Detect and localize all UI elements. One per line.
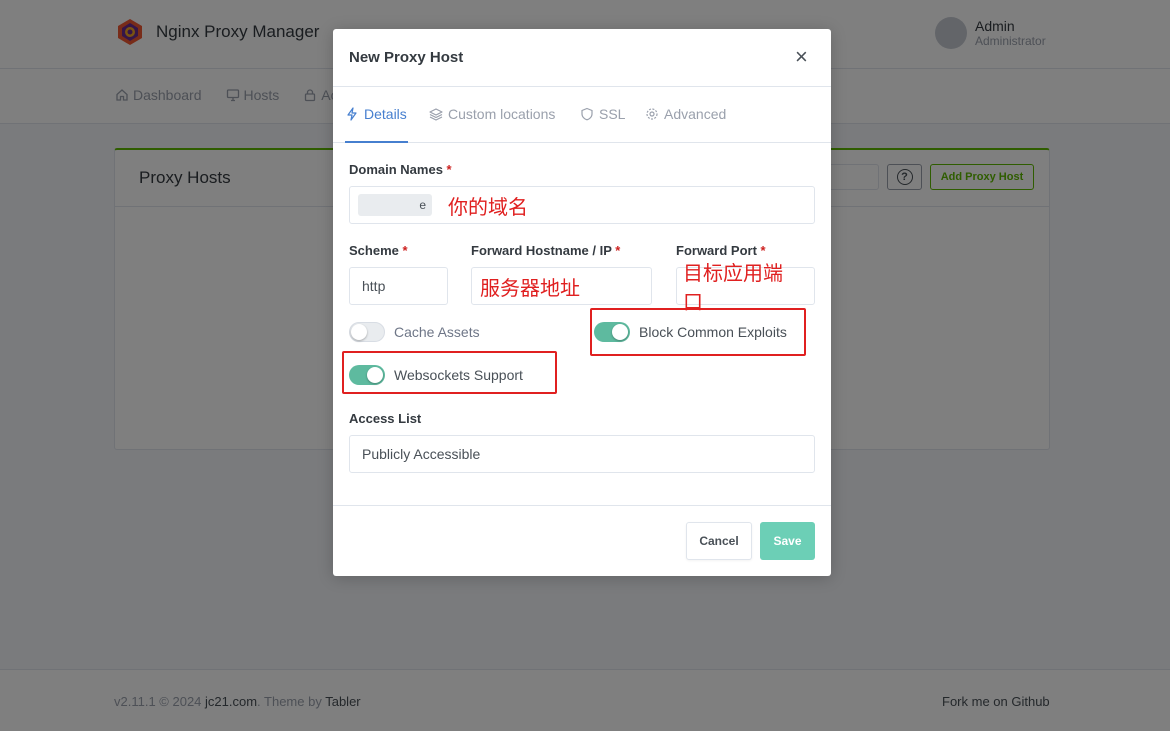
layers-icon: [429, 108, 443, 121]
required-mark: *: [402, 243, 408, 258]
port-annotation: 目标应用端口: [683, 261, 783, 314]
required-mark: *: [446, 162, 452, 177]
required-mark: *: [615, 243, 621, 258]
forward-hostname-text: Forward Hostname / IP: [471, 243, 612, 258]
save-button[interactable]: Save: [760, 522, 815, 560]
forward-hostname-label: Forward Hostname / IP *: [471, 243, 620, 258]
access-list-label: Access List: [349, 411, 422, 426]
tab-label-advanced: Advanced: [664, 106, 727, 122]
domain-names-label: Domain Names *: [349, 162, 452, 177]
annotation-box-block-exploits: [590, 308, 806, 356]
cache-assets-switch[interactable]: [349, 322, 385, 342]
active-tab-indicator: [345, 141, 408, 143]
forward-hostname-input[interactable]: 服务器地址: [471, 267, 652, 305]
tab-label-details: Details: [364, 106, 407, 122]
annotation-box-websockets: [342, 351, 557, 394]
access-list-value: Publicly Accessible: [362, 446, 481, 462]
close-icon[interactable]: ×: [795, 46, 808, 68]
tab-details[interactable]: Details: [345, 106, 407, 122]
scheme-value: http: [362, 278, 386, 294]
forward-port-input[interactable]: 目标应用端口: [676, 261, 815, 314]
forward-port-text: Forward Port: [676, 243, 757, 258]
modal-footer: Cancel Save: [333, 505, 831, 576]
hostname-annotation: 服务器地址: [480, 275, 580, 300]
modal-tabs: Details Custom locations SSL Advanced: [333, 87, 831, 143]
cache-assets-label: Cache Assets: [394, 324, 480, 340]
domain-chip[interactable]: e: [358, 194, 432, 216]
new-proxy-host-modal: New Proxy Host × Details Custom location…: [333, 29, 831, 576]
tab-label-ssl: SSL: [599, 106, 626, 122]
shield-icon: [581, 107, 593, 121]
domain-annotation: 你的域名: [448, 194, 528, 219]
tab-advanced[interactable]: Advanced: [645, 106, 726, 122]
scheme-text: Scheme: [349, 243, 399, 258]
tab-custom-locations[interactable]: Custom locations: [429, 106, 555, 122]
tab-label-custom-locations: Custom locations: [448, 106, 556, 122]
scheme-label: Scheme *: [349, 243, 408, 258]
tab-ssl[interactable]: SSL: [580, 106, 625, 122]
required-mark: *: [760, 243, 766, 258]
cancel-button[interactable]: Cancel: [686, 522, 752, 560]
cache-assets-toggle[interactable]: Cache Assets: [349, 322, 480, 342]
domain-names-input[interactable]: e 你的域名: [349, 186, 815, 224]
bolt-icon: [347, 107, 357, 121]
gear-icon: [646, 108, 658, 120]
modal-title: New Proxy Host: [349, 49, 464, 66]
forward-port-label: Forward Port *: [676, 243, 766, 258]
scheme-select[interactable]: http: [349, 267, 448, 305]
access-list-select[interactable]: Publicly Accessible: [349, 435, 815, 473]
domain-names-text: Domain Names: [349, 162, 443, 177]
